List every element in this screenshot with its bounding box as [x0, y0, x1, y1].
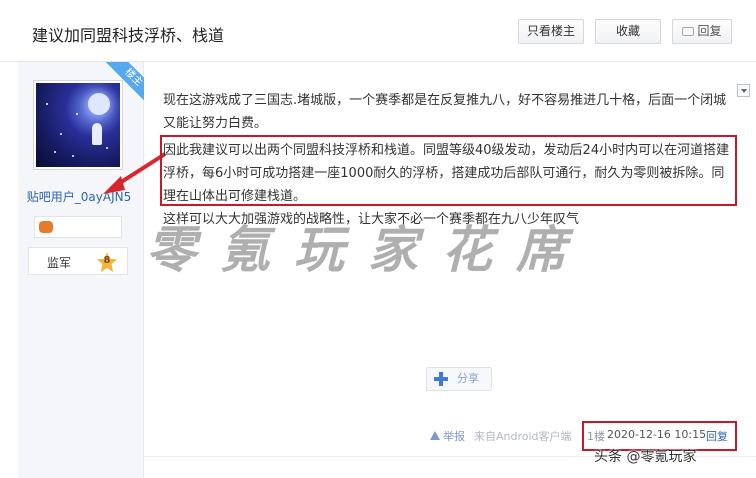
rank-level: 8 — [103, 255, 111, 266]
report-icon — [430, 431, 440, 440]
post-menu-dropdown[interactable] — [737, 84, 750, 97]
reply-button-label: 回复 — [697, 24, 722, 38]
share-label: 分享 — [457, 372, 479, 385]
red-arrow-annotation — [103, 152, 167, 194]
watermark: 零氪玩家花席 — [146, 220, 590, 279]
plus-icon — [434, 372, 448, 386]
report-link[interactable]: 举报 — [443, 428, 465, 444]
only-author-button[interactable]: 只看楼主 — [518, 19, 584, 44]
highlight-box-annotation — [160, 135, 737, 206]
rank-title: 监军 — [47, 256, 72, 270]
gamepad-icon — [39, 221, 53, 233]
post-title: 建议加同盟科技浮桥、栈道 — [32, 26, 225, 45]
footer-stamp: 头条 @零氪玩家 — [594, 449, 697, 465]
medal-bar — [34, 216, 122, 238]
reply-icon — [682, 27, 695, 36]
collect-button[interactable]: 收藏 — [595, 19, 661, 44]
post-paragraph: 现在这游戏成了三国志.堵城版，一个赛季都是在反复推九八，好不容易推进几十格，后面… — [163, 93, 727, 131]
rank-badge[interactable]: 监军 8 — [28, 247, 128, 275]
client-label: 来自Android客户端 — [474, 430, 572, 443]
post-header: 建议加同盟科技浮桥、栈道 只看楼主 收藏 回复 — [0, 0, 756, 62]
share-button[interactable]: 分享 — [426, 367, 492, 391]
reply-button[interactable]: 回复 — [672, 19, 732, 44]
